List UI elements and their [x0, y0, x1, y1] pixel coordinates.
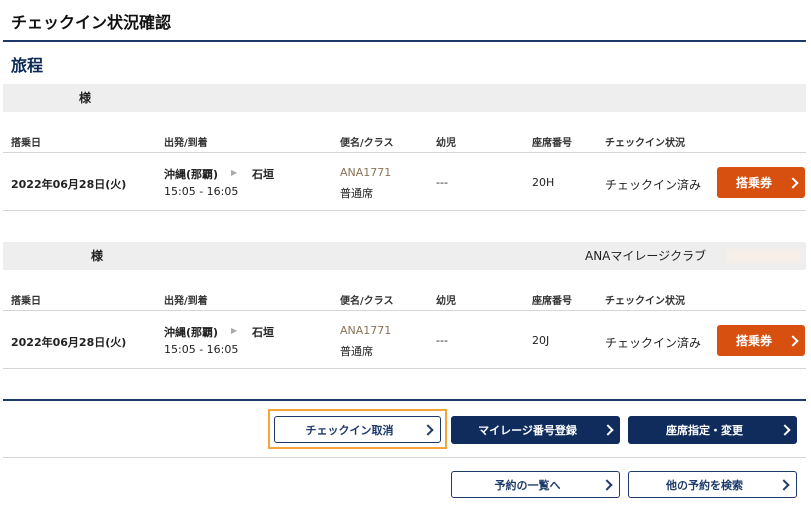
col-header-flight: 便名/クラス	[340, 138, 394, 149]
infant-value: ---	[436, 176, 448, 189]
section-heading-itinerary: 旅程	[11, 56, 44, 75]
col-header-status: チェックイン状況	[605, 296, 685, 307]
col-header-route: 出発/到着	[164, 138, 208, 149]
col-header-infant: 幼児	[436, 138, 456, 149]
search-other-reservation-button[interactable]: 他の予約を検索	[628, 471, 797, 498]
route-arrow-icon: ▶	[231, 168, 238, 177]
flight-number: ANA1771	[340, 166, 392, 179]
boarding-date: 2022年06月28日(火)	[11, 178, 127, 191]
route-arrow-icon: ▶	[231, 326, 238, 335]
boarding-date: 2022年06月28日(火)	[11, 336, 127, 349]
boarding-pass-label: 搭乗券	[735, 176, 772, 190]
row-divider	[3, 368, 806, 369]
chevron-right-icon	[787, 176, 799, 189]
boarding-pass-button[interactable]: 搭乗券	[717, 325, 805, 356]
col-header-flight: 便名/クラス	[340, 296, 394, 307]
flight-times: 15:05 - 16:05	[164, 185, 239, 198]
flight-number: ANA1771	[340, 324, 392, 337]
checkin-status: チェックイン済み	[605, 336, 702, 350]
col-header-seat: 座席番号	[532, 138, 572, 149]
mileage-register-label: マイレージ番号登録	[478, 424, 577, 437]
destination: 石垣	[252, 168, 274, 181]
col-header-date: 搭乗日	[11, 138, 41, 149]
page-title: チェックイン状況確認	[11, 13, 172, 32]
passenger-header-2: 様 ANAマイレージクラブ	[3, 242, 806, 270]
cancel-checkin-button[interactable]: チェックイン取消	[274, 416, 441, 443]
seat-class: 普通席	[340, 187, 373, 200]
mileage-club-number-redacted	[725, 249, 801, 263]
seat-number: 20J	[532, 334, 550, 347]
title-divider	[3, 40, 806, 42]
search-other-label: 他の予約を検索	[666, 478, 743, 492]
infant-value: ---	[436, 334, 448, 347]
row-divider	[3, 152, 806, 153]
boarding-pass-button[interactable]: 搭乗券	[717, 167, 805, 198]
seat-change-button[interactable]: 座席指定・変更	[628, 416, 797, 444]
chevron-right-icon	[601, 478, 613, 491]
passenger-header-1: 様	[3, 84, 806, 112]
col-header-route: 出発/到着	[164, 296, 208, 307]
row-divider	[3, 310, 806, 311]
seat-number: 20H	[532, 176, 555, 189]
chevron-right-icon	[779, 424, 791, 436]
chevron-right-icon	[778, 478, 790, 491]
col-header-status: チェックイン状況	[605, 138, 685, 149]
origin: 沖縄(那覇)	[164, 168, 219, 181]
passenger-name: 様	[91, 249, 104, 263]
reservation-list-button[interactable]: 予約の一覧へ	[451, 471, 620, 498]
seat-class: 普通席	[340, 345, 373, 358]
mileage-club-label: ANAマイレージクラブ	[585, 249, 707, 263]
flight-times: 15:05 - 16:05	[164, 343, 239, 356]
boarding-pass-label: 搭乗券	[735, 334, 772, 348]
passenger-name: 様	[79, 91, 92, 105]
chevron-right-icon	[787, 334, 799, 347]
actions-divider	[3, 399, 806, 401]
chevron-right-icon	[422, 423, 434, 436]
row-divider	[3, 210, 806, 211]
col-header-infant: 幼児	[436, 296, 456, 307]
chevron-right-icon	[602, 424, 614, 436]
col-header-date: 搭乗日	[11, 296, 41, 307]
col-header-seat: 座席番号	[532, 296, 572, 307]
origin: 沖縄(那覇)	[164, 326, 219, 339]
checkin-status: チェックイン済み	[605, 178, 702, 192]
actions-divider-light	[3, 457, 806, 458]
destination: 石垣	[252, 326, 274, 339]
reservation-list-label: 予約の一覧へ	[494, 478, 561, 492]
cancel-checkin-label: チェックイン取消	[305, 423, 394, 437]
seat-change-label: 座席指定・変更	[666, 424, 743, 437]
mileage-register-button[interactable]: マイレージ番号登録	[451, 416, 620, 444]
